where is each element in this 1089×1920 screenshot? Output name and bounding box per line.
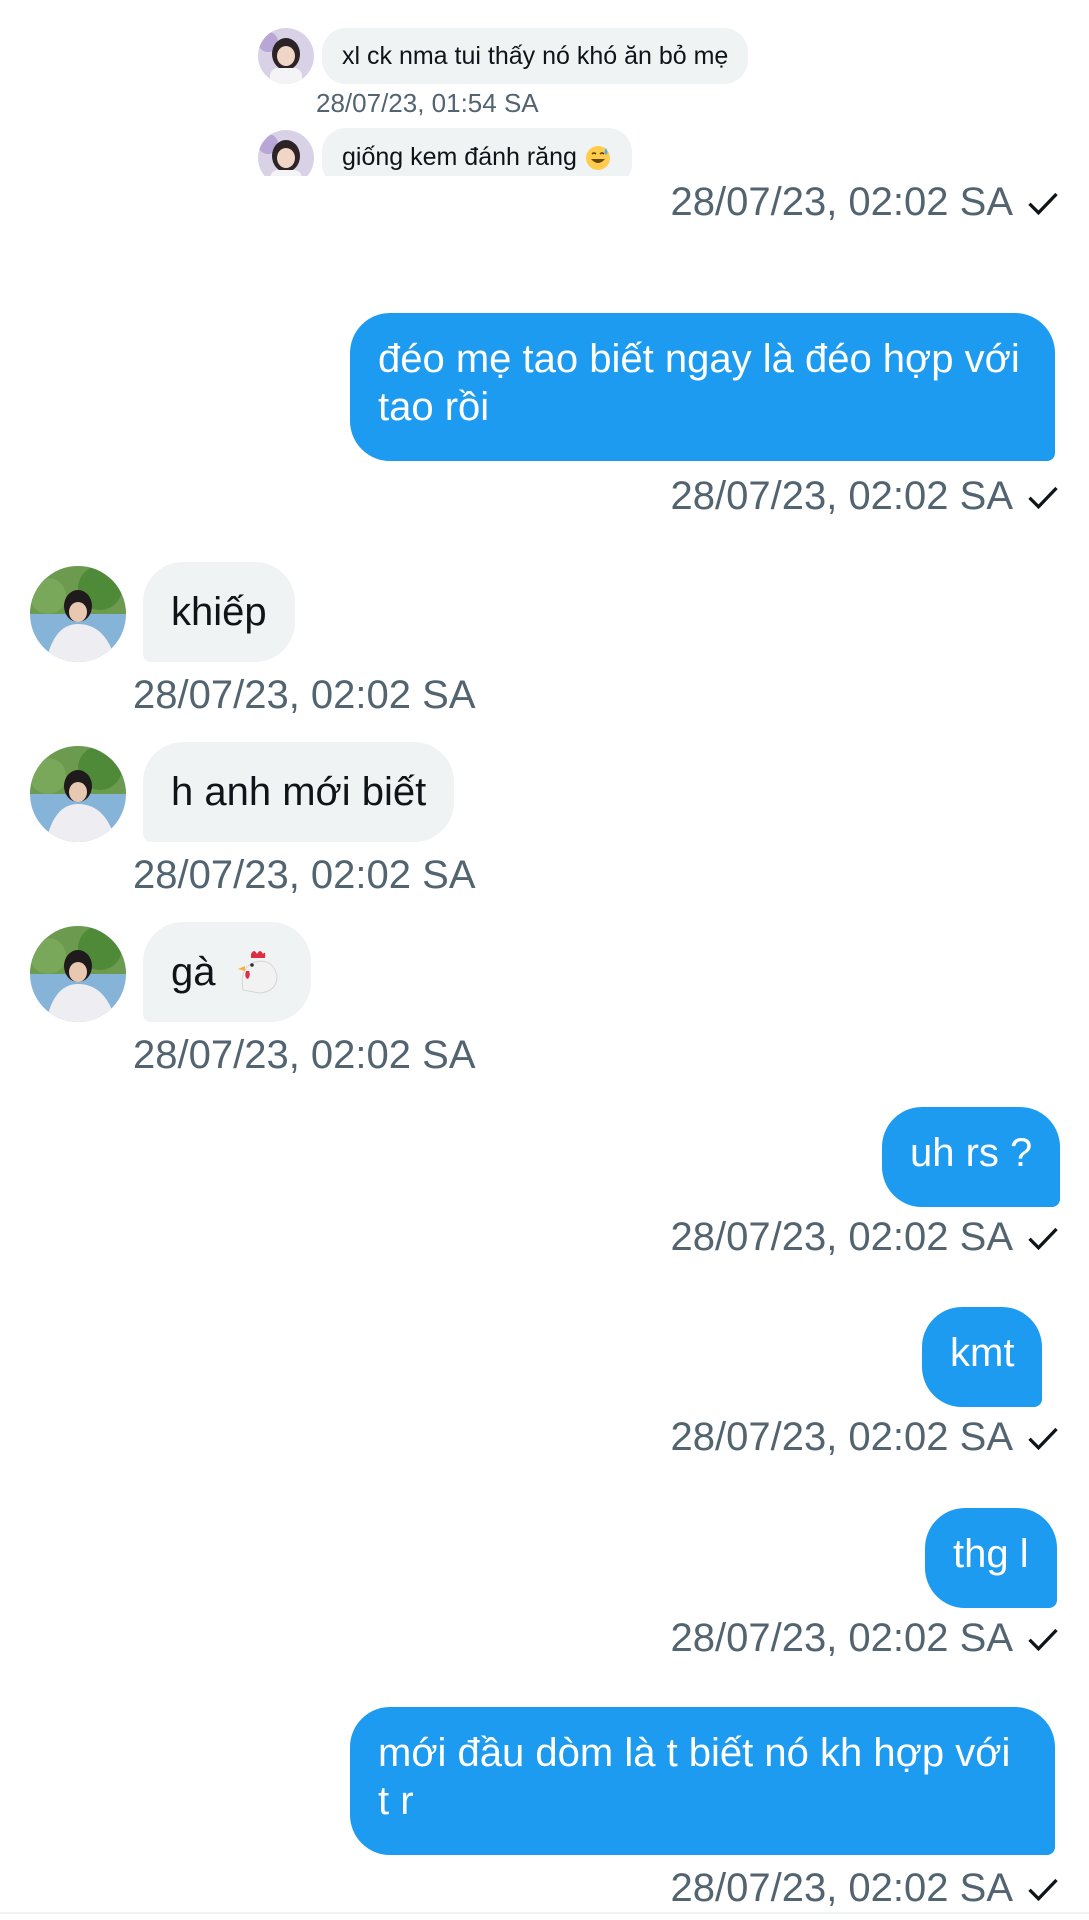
quoted-avatar [258,28,314,84]
message-timestamp: 28/07/23, 02:02 SA [670,1415,1014,1459]
outgoing-message-bubble[interactable]: uh rs ? [882,1107,1061,1207]
check-icon [1028,1427,1058,1451]
quoted-message-bubble: xl ck nma tui thấy nó khó ăn bỏ mẹ [322,28,749,84]
check-icon [1028,192,1058,216]
girl-avatar-icon [258,28,314,84]
quoted-timestamp: 28/07/23, 01:54 SA [316,88,539,118]
check-icon [1028,1227,1058,1251]
message-text: khiếp [171,590,267,634]
message-text: mới đầu dòm là t biết nó kh hợp với t r [378,1731,1011,1823]
quoted-message-bubble: giống kem đánh răng [322,128,632,176]
outgoing-message-bubble[interactable]: mới đầu dòm là t biết nó kh hợp với t r [350,1707,1055,1855]
message-timestamp: 28/07/23, 02:02 SA [670,1866,1014,1910]
rooster-emoji [237,951,278,994]
message-text: h anh mới biết [171,770,427,814]
message-timestamp: 28/07/23, 02:02 SA [670,1215,1014,1259]
contact-avatar[interactable] [30,746,126,842]
message-timestamp: 28/07/23, 02:02 SA [670,180,1014,224]
message-text: kmt [950,1331,1015,1375]
message-timestamp: 28/07/23, 02:02 SA [670,474,1014,518]
message-text: gà [171,950,216,994]
boy-avatar-icon [30,746,126,842]
message-timestamp: 28/07/23, 02:02 SA [133,853,476,897]
contact-avatar[interactable] [30,926,126,1022]
check-icon [1028,486,1058,510]
message-text: uh rs ? [910,1131,1033,1175]
check-icon [1028,1878,1058,1902]
message-timestamp: 28/07/23, 02:02 SA [133,1033,476,1077]
grinning-sweat-emoji [585,146,610,171]
quoted-conversation[interactable]: xl ck nma tui thấy nó khó ăn bỏ mẹ 28/07… [250,18,770,176]
incoming-message-bubble[interactable]: gà [143,922,311,1022]
quoted-message-text: xl ck nma tui thấy nó khó ăn bỏ mẹ [342,42,729,70]
outgoing-message-bubble[interactable]: thg l [925,1508,1057,1608]
outgoing-message-bubble[interactable]: kmt [922,1307,1043,1407]
message-text: thg l [953,1532,1029,1576]
quoted-avatar [258,130,314,176]
incoming-message-bubble[interactable]: khiếp [143,562,295,662]
boy-avatar-icon [30,926,126,1022]
bottom-divider [0,1912,1089,1914]
message-text: đéo mẹ tao biết ngay là đéo hợp với tao … [378,337,1020,429]
girl-avatar-icon [258,130,314,176]
incoming-message-bubble[interactable]: h anh mới biết [143,742,455,842]
boy-avatar-icon [30,566,126,662]
outgoing-message-bubble[interactable]: đéo mẹ tao biết ngay là đéo hợp với tao … [350,313,1055,461]
contact-avatar[interactable] [30,566,126,662]
message-timestamp: 28/07/23, 02:02 SA [670,1616,1014,1660]
message-timestamp: 28/07/23, 02:02 SA [133,673,476,717]
check-icon [1028,1628,1058,1652]
quoted-message-text: giống kem đánh răng [342,143,577,171]
